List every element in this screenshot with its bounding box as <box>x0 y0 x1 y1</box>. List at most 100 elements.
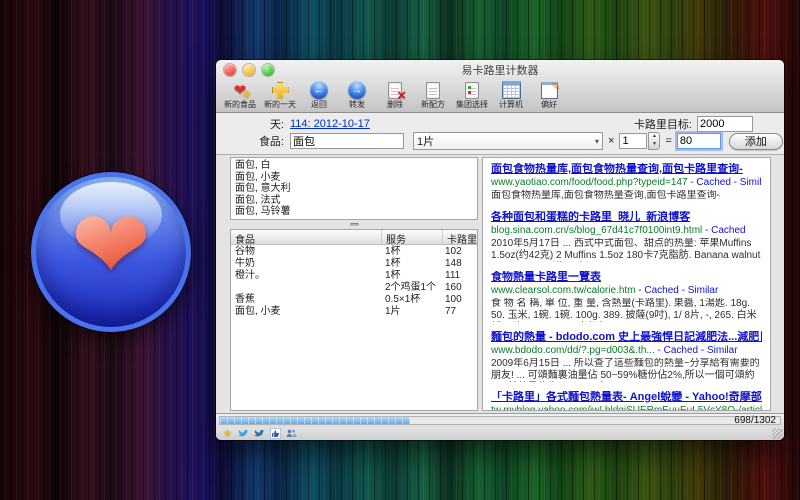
table-body: 谷物 1杯 102 牛奶 1杯 148 橙汁。 1杯 111 <box>231 245 477 318</box>
stepper-down-icon[interactable]: ▼ <box>649 141 659 149</box>
resize-grip[interactable] <box>772 428 783 439</box>
twitter-icon[interactable] <box>238 428 249 439</box>
serving-select[interactable]: 1片 ▾ <box>413 132 603 150</box>
cell-food: 面包, 小麦 <box>231 306 381 318</box>
like-icon[interactable] <box>270 428 281 439</box>
cell-food: 谷物 <box>231 246 381 258</box>
stepper-up-icon[interactable]: ▲ <box>649 133 659 141</box>
window-title: 易卡路里计数器 <box>462 62 539 78</box>
group-select-button[interactable]: 集团选择 <box>453 81 491 110</box>
column-header-serving[interactable]: 服务 <box>382 230 443 244</box>
cell-serving: 2个鸡蛋1个 <box>381 282 441 294</box>
new-food-button[interactable]: 新的食品 <box>221 81 259 110</box>
suggestion-item[interactable]: 面包, 小麦 <box>235 172 473 184</box>
group-icon[interactable] <box>286 428 297 439</box>
cell-calories: 100 <box>441 294 477 306</box>
toolbar-label: 返回 <box>311 99 327 110</box>
suggestion-item[interactable]: 面包, 白 <box>235 160 473 172</box>
splitter-dimple-icon <box>350 223 359 226</box>
close-button[interactable] <box>224 64 236 76</box>
day-label: 天: <box>216 116 284 132</box>
preferences-button[interactable]: 偏好 <box>531 81 567 110</box>
table-row[interactable]: 2个鸡蛋1个 160 <box>231 282 477 294</box>
toolbar-label: 新的一天 <box>264 99 296 110</box>
zoom-button[interactable] <box>262 64 274 76</box>
new-day-button[interactable]: 新的一天 <box>261 81 299 110</box>
forward-button[interactable]: 转发 <box>339 81 375 110</box>
toolbar: 新的食品 新的一天 返回 转发 删除 <box>216 80 784 112</box>
splitter-handle[interactable] <box>230 220 478 229</box>
traffic-lights <box>224 64 274 76</box>
suggestion-item[interactable]: 面包, 法式 <box>235 195 473 207</box>
table-row[interactable]: 牛奶 1杯 148 <box>231 258 477 270</box>
suggestion-item[interactable]: 面包, 意大利 <box>235 183 473 195</box>
equals-sign: = <box>665 135 671 147</box>
result-title-link[interactable]: 麵包的熱量 - bdodo.com 史上最強悍日記減肥法...減肥日記,卡路..… <box>491 331 762 344</box>
plus-icon <box>272 81 289 99</box>
status-bar: 698/1302 <box>216 413 784 427</box>
star-icon[interactable]: ★ <box>222 428 233 439</box>
twitter-alt-icon[interactable] <box>254 428 265 439</box>
app-window: 易卡路里计数器 新的食品 新的一天 返回 转发 <box>216 60 784 440</box>
times-sign: × <box>608 135 614 147</box>
new-recipe-button[interactable]: 新配方 <box>415 81 451 110</box>
food-log-table: 食品 服务 卡路里 谷物 1杯 102 牛奶 1杯 148 <box>230 229 478 411</box>
result-title-link[interactable]: 「卡路里」各式麵包熱量表- Angel蛻變 - Yahoo!奇摩部落格 <box>491 391 762 404</box>
quantity-stepper[interactable]: ▲ ▼ <box>648 132 660 150</box>
cell-calories: 111 <box>441 270 477 282</box>
column-header-food[interactable]: 食品 <box>231 230 382 244</box>
result-title-link[interactable]: 面包食物热量库,面包食物热量查询,面包卡路里查询- <box>491 163 762 176</box>
result-snippet: 面包食物热量库,面包食物热量查询,面包卡路里查询- <box>491 190 762 202</box>
cell-food: 香蕉 <box>231 294 381 306</box>
cell-serving: 1杯 <box>381 258 441 270</box>
result-snippet: 食 物 名 稱, 單 位, 重 量, 含熱量(卡路里). 果醬, 1湯匙. 18… <box>491 298 762 322</box>
content-area: 面包, 白 面包, 小麦 面包, 意大利 面包, 法式 面包, 马铃薯 食品 服… <box>216 155 784 413</box>
calculator-button[interactable]: 计算机 <box>493 81 529 110</box>
calories-input[interactable] <box>677 133 721 149</box>
delete-page-icon <box>388 81 402 99</box>
table-row[interactable]: 香蕉 0.5×1杯 100 <box>231 294 477 306</box>
toolbar-label: 集团选择 <box>456 99 488 110</box>
toolbar-label: 新的食品 <box>224 99 256 110</box>
food-row: 食品: 1片 ▾ × ▲ ▼ = 添加 <box>216 133 784 149</box>
food-input[interactable] <box>290 133 404 149</box>
result-url: www.bdodo.com/dd/?.pg=d003&.th... <box>491 345 655 356</box>
result-url: www.clearsol.com.tw/calorie.htm <box>491 285 635 296</box>
back-button[interactable]: 返回 <box>301 81 337 110</box>
suggestion-item[interactable]: 面包, 马铃薯 <box>235 206 473 218</box>
result-cached-link[interactable]: - Cached <box>705 225 746 236</box>
goal-group: 卡路里目标: <box>634 116 753 132</box>
result-cached-link[interactable]: - Cached - Similar <box>690 177 762 188</box>
column-header-calories[interactable]: 卡路里 <box>443 230 477 244</box>
result-cached-link[interactable]: - Cached - Similar <box>658 345 738 356</box>
titlebar[interactable]: 易卡路里计数器 <box>216 60 784 80</box>
cell-calories: 77 <box>441 306 477 318</box>
heart-app-icon[interactable]: ❤ <box>31 172 191 332</box>
table-row[interactable]: 面包, 小麦 1片 77 <box>231 306 477 318</box>
day-link[interactable]: 114: 2012-10-17 <box>290 118 370 130</box>
result-cached-link[interactable]: - Cached - Similar <box>638 285 718 296</box>
result-title-link[interactable]: 食物熱量卡路里一覽表 <box>491 271 762 284</box>
table-row[interactable]: 橙汁。 1杯 111 <box>231 270 477 282</box>
table-row[interactable]: 谷物 1杯 102 <box>231 246 477 258</box>
cell-calories: 102 <box>441 246 477 258</box>
search-result: 食物熱量卡路里一覽表 www.clearsol.com.tw/calorie.h… <box>491 271 762 322</box>
desktop-background: ❤ 易卡路里计数器 新的食品 新的一天 <box>0 0 800 500</box>
result-title-link[interactable]: 各种面包和蛋糕的卡路里_晓儿_新浪博客 <box>491 211 762 224</box>
calorie-goal-input[interactable] <box>697 116 753 132</box>
delete-button[interactable]: 删除 <box>377 81 413 110</box>
cell-food <box>231 282 381 294</box>
toolbar-label: 新配方 <box>421 99 445 110</box>
minimize-button[interactable] <box>243 64 255 76</box>
form-bar: 天: 114: 2012-10-17 卡路里目标: 食品: 1片 ▾ × ▲ <box>216 113 784 155</box>
cell-food: 牛奶 <box>231 258 381 270</box>
cell-food: 橙汁。 <box>231 270 381 282</box>
calculator-grid-icon <box>502 81 521 99</box>
result-snippet: 2010年5月17日 ... 西式中式面包、甜点的热量: 苹果Muffins 1… <box>491 238 762 262</box>
quantity-input[interactable] <box>619 133 647 149</box>
cell-serving: 0.5×1杯 <box>381 294 441 306</box>
toolbar-label: 转发 <box>349 99 365 110</box>
back-arrow-icon <box>310 81 328 99</box>
add-button[interactable]: 添加 <box>729 133 783 150</box>
search-result: 「卡路里」各式麵包熱量表- Angel蛻變 - Yahoo!奇摩部落格 tw.m… <box>491 391 762 411</box>
